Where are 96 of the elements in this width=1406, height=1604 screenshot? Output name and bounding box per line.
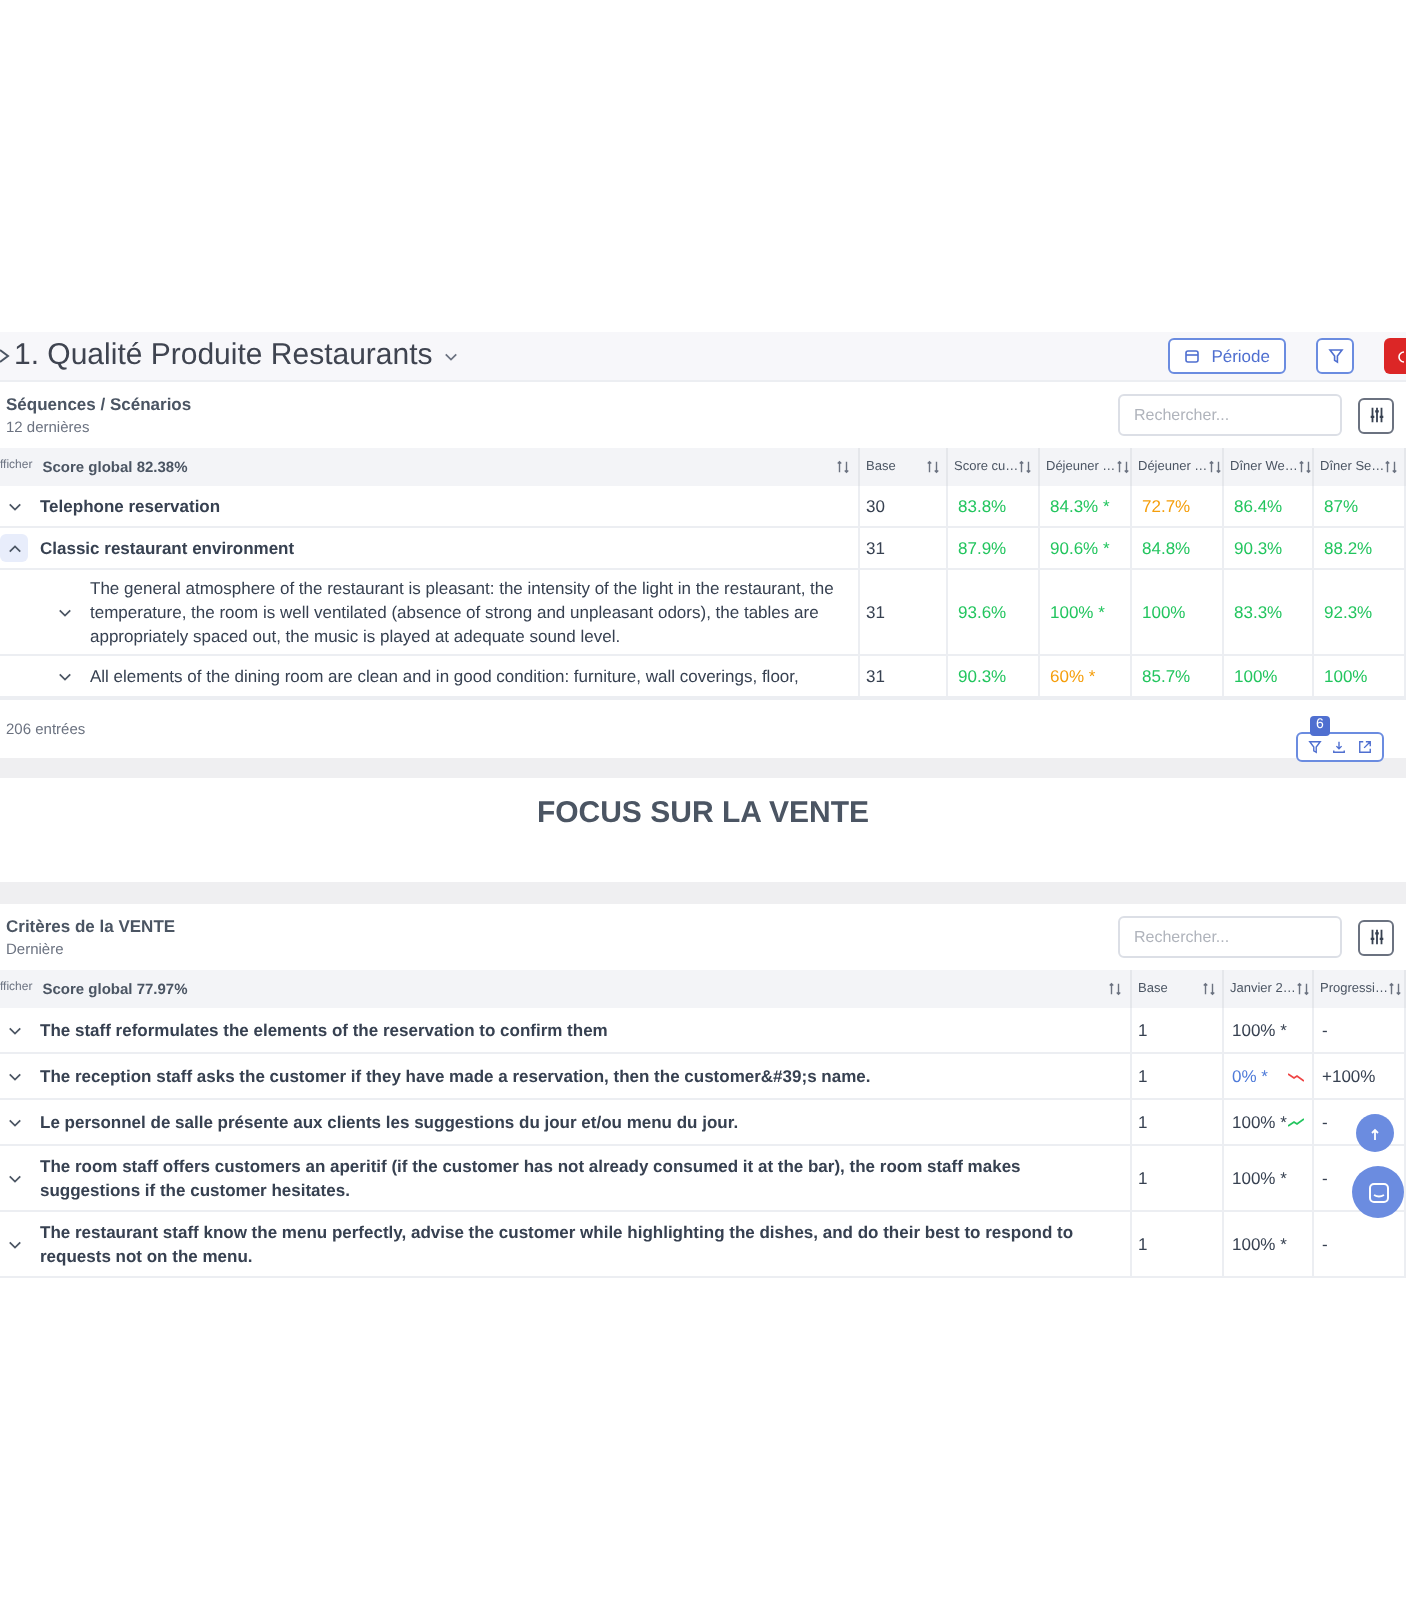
action-button[interactable] bbox=[1384, 338, 1406, 374]
table-cell: - bbox=[1322, 1165, 1328, 1191]
period-button[interactable]: Période bbox=[1167, 338, 1286, 374]
chevron-icon bbox=[57, 671, 71, 681]
scroll-top-button[interactable] bbox=[1356, 1114, 1394, 1152]
sliders-icon bbox=[1367, 928, 1385, 946]
download-icon[interactable] bbox=[1332, 740, 1347, 754]
sort-icon[interactable] bbox=[1207, 460, 1222, 474]
table-cell: 1 bbox=[1138, 1231, 1148, 1257]
sort-icon[interactable] bbox=[1108, 982, 1122, 996]
title-icon bbox=[0, 346, 10, 366]
filter-icon[interactable] bbox=[1307, 740, 1322, 754]
action-icon bbox=[1396, 349, 1404, 363]
row-label: The staff reformulates the elements of the reservation to confirm them bbox=[40, 1018, 608, 1042]
table-cell: 100% bbox=[1142, 599, 1186, 625]
sort-icon[interactable] bbox=[1297, 460, 1312, 474]
chat-button[interactable] bbox=[1352, 1166, 1404, 1218]
table-cell: 100% bbox=[1234, 663, 1278, 689]
row-label: The reception staff asks the customer if they have made a reservation, then the customer&#39;s name. bbox=[40, 1064, 871, 1088]
table-cell: +100% bbox=[1322, 1063, 1376, 1089]
table-cell: 1 bbox=[1138, 1017, 1148, 1043]
table-cell: 100% * bbox=[1232, 1109, 1287, 1135]
table-cell: 1 bbox=[1138, 1165, 1148, 1191]
chevron-icon bbox=[7, 1117, 21, 1127]
sliders-icon bbox=[1367, 406, 1385, 424]
row-label: Classic restaurant environment bbox=[40, 536, 295, 560]
table-cell: 83.3% bbox=[1234, 599, 1283, 625]
row-label: The room staff offers customers an aperitif (if the customer has not already consumed it at the bar), the room staff makes suggestions if the customer hesitates. bbox=[40, 1154, 1023, 1202]
chevron-icon bbox=[7, 1071, 21, 1081]
table-cell: - bbox=[1322, 1231, 1328, 1257]
table-cell: 88.2% bbox=[1324, 535, 1373, 561]
table-cell: 100% * bbox=[1050, 599, 1105, 625]
table-cell: 100% * bbox=[1232, 1165, 1287, 1191]
table-cell: 84.3% * bbox=[1050, 493, 1110, 519]
table-cell: 92.3% bbox=[1324, 599, 1373, 625]
sort-icon[interactable] bbox=[1384, 460, 1399, 474]
trend-down-icon bbox=[1288, 1071, 1304, 1081]
settings-button[interactable] bbox=[1358, 397, 1394, 433]
trend-up-icon bbox=[1288, 1117, 1304, 1127]
table-cell: 86.4% bbox=[1234, 493, 1283, 519]
table-cell: - bbox=[1322, 1017, 1328, 1043]
chevron-icon bbox=[57, 607, 71, 617]
table-cell: 60% * bbox=[1050, 663, 1096, 689]
row-label: All elements of the dining room are clean and in good condition: furniture, wall coverings, floor, bbox=[90, 664, 799, 688]
table-cell: 72.7% bbox=[1142, 493, 1191, 519]
table-cell: 90.3% bbox=[1234, 535, 1283, 561]
table-cell: 90.3% bbox=[958, 663, 1007, 689]
section-title: FOCUS SUR LA VENTE bbox=[536, 794, 870, 834]
expand-toggle[interactable] bbox=[0, 534, 28, 562]
sort-icon[interactable] bbox=[1387, 982, 1402, 996]
table-cell: 1 bbox=[1138, 1109, 1148, 1135]
caret-icon[interactable] bbox=[444, 351, 459, 361]
chevron-icon bbox=[7, 1239, 21, 1249]
sort-icon[interactable] bbox=[836, 460, 850, 474]
table-cell: 87.9% bbox=[958, 535, 1007, 561]
table-cell: 93.6% bbox=[958, 599, 1007, 625]
chevron-icon bbox=[7, 501, 21, 511]
filter-icon bbox=[1327, 348, 1343, 364]
table-title: Séquences / Scénarios bbox=[6, 393, 192, 415]
table-cell: 100% * bbox=[1232, 1231, 1287, 1257]
filter-button[interactable] bbox=[1316, 338, 1354, 374]
table-cell: 90.6% * bbox=[1050, 535, 1110, 561]
search-field[interactable]: Rechercher... bbox=[1118, 394, 1342, 436]
calendar-icon bbox=[1183, 348, 1200, 364]
row-label: The general atmosphere of the restaurant is pleasant: the intensity of the light in the restaurant, the temperature, the room is well ventilated (absence of strong and unpleasant odors), the tables are appropriately spaced out, the music is played at adequate sound level. bbox=[90, 576, 836, 648]
table-cell: 0% * bbox=[1232, 1063, 1268, 1089]
row-label: The restaurant staff know the menu perfectly, advise the customer while highlighting the dishes, and do their best to respond to requests not on the menu. bbox=[40, 1220, 1076, 1268]
sort-icon[interactable] bbox=[1115, 460, 1130, 474]
table-cell: 87% bbox=[1324, 493, 1359, 519]
table-cell: - bbox=[1322, 1109, 1328, 1135]
sort-icon[interactable] bbox=[1295, 982, 1310, 996]
arrow-up-icon bbox=[1370, 1127, 1380, 1139]
table-cell: 100% bbox=[1324, 663, 1368, 689]
external-link-icon[interactable] bbox=[1358, 740, 1373, 754]
table-cell: 83.8% bbox=[958, 493, 1007, 519]
settings-button[interactable] bbox=[1358, 919, 1394, 955]
table-cell: 84.8% bbox=[1142, 535, 1191, 561]
sort-icon[interactable] bbox=[1202, 982, 1216, 996]
chat-icon bbox=[1367, 1181, 1389, 1203]
sort-icon[interactable] bbox=[1018, 460, 1033, 474]
table-cell: 31 bbox=[866, 535, 885, 561]
table-cell: 30 bbox=[866, 493, 885, 519]
row-label: Telephone reservation bbox=[40, 494, 221, 518]
chevron-icon bbox=[7, 543, 21, 553]
table-cell: 1 bbox=[1138, 1063, 1148, 1089]
row-label: Le personnel de salle présente aux clients les suggestions du jour et/ou menu du jour. bbox=[40, 1110, 739, 1134]
chevron-icon bbox=[7, 1025, 21, 1035]
table-cell: 100% * bbox=[1232, 1017, 1287, 1043]
sort-icon[interactable] bbox=[926, 460, 940, 474]
table-cell: 85.7% bbox=[1142, 663, 1191, 689]
table-title: Critères de la VENTE bbox=[6, 915, 176, 937]
table-cell: 31 bbox=[866, 599, 885, 625]
chevron-icon bbox=[7, 1173, 21, 1183]
table-cell: 31 bbox=[866, 663, 885, 689]
page-title: 1. Qualité Produite Restaurants bbox=[14, 335, 433, 376]
search-field[interactable]: Rechercher... bbox=[1118, 916, 1342, 958]
